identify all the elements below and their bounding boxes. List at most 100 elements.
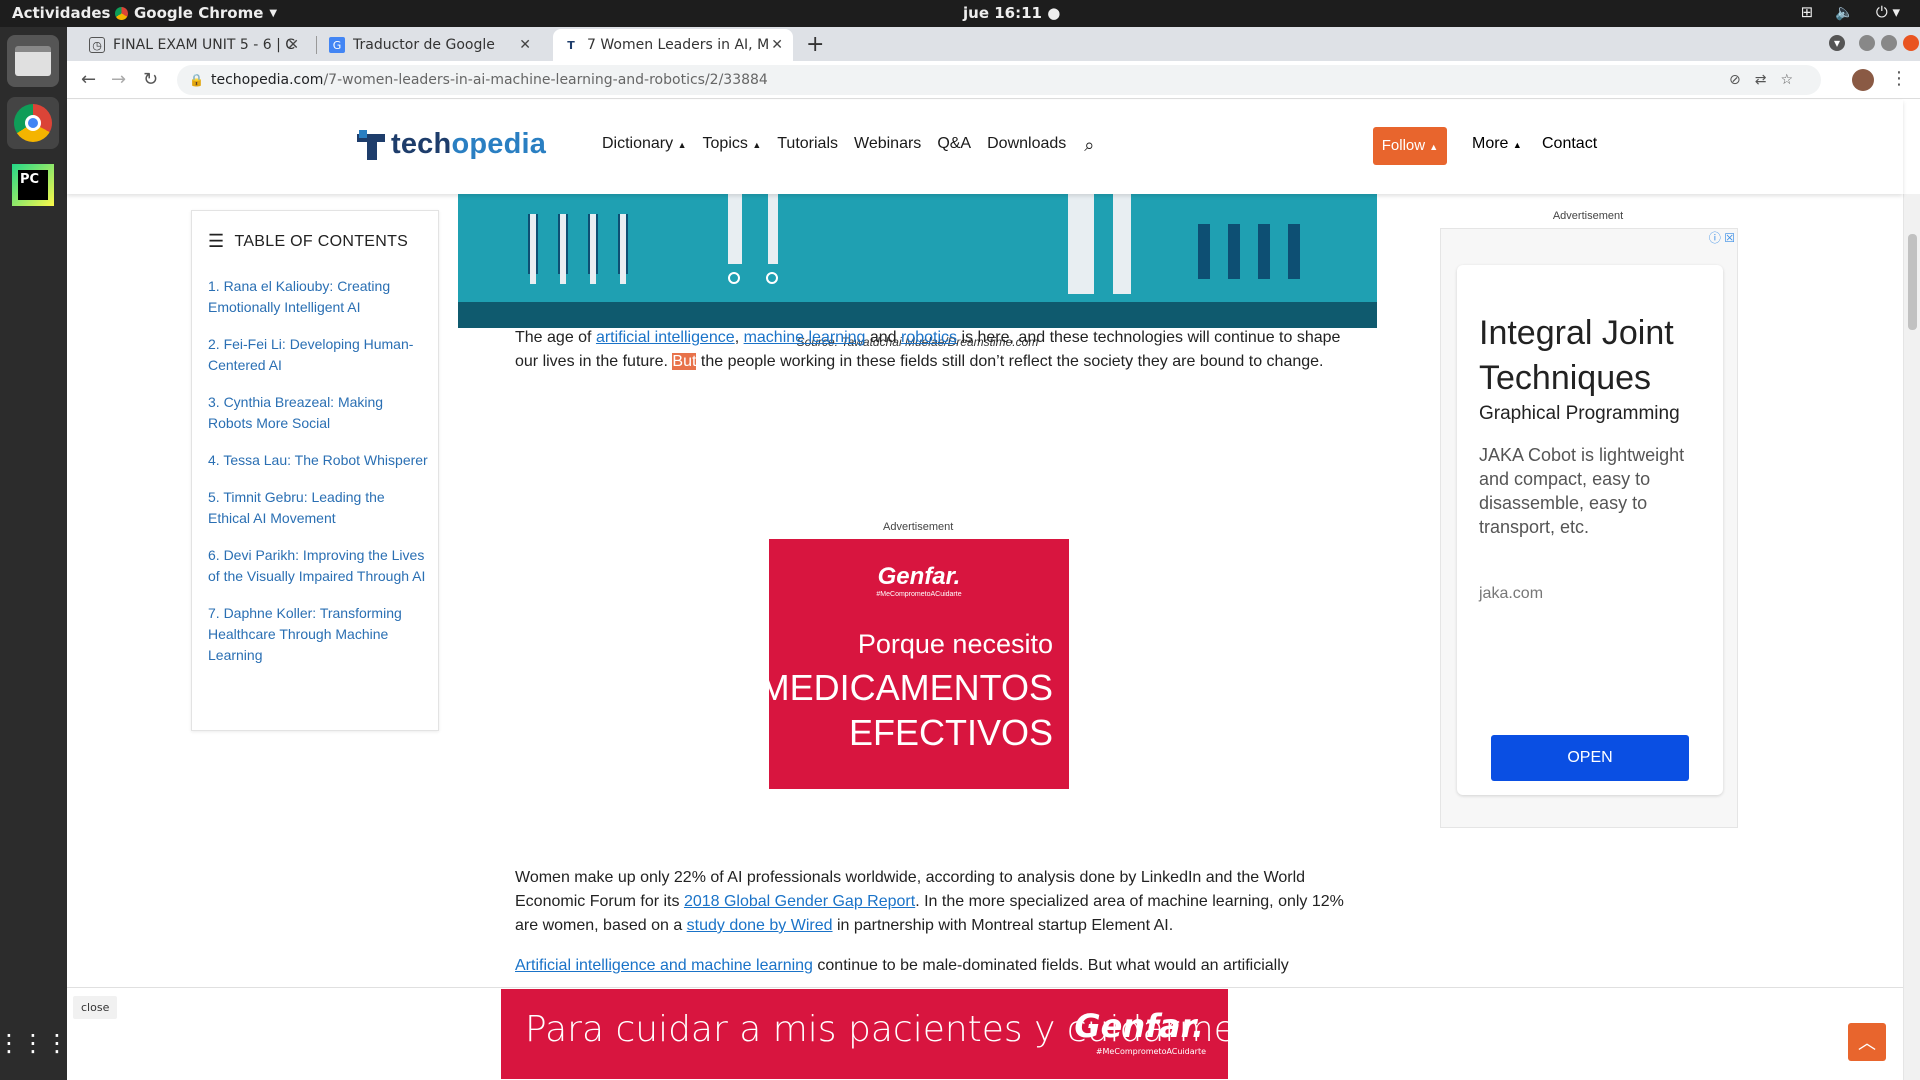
translate-icon[interactable]: ⇄ bbox=[1755, 72, 1781, 88]
moodle-favicon-icon: ◷ bbox=[89, 37, 105, 53]
caret-up-icon: ▲ bbox=[752, 140, 762, 150]
link-robotics[interactable]: robotics bbox=[901, 329, 957, 346]
activities-button[interactable]: Actividades bbox=[12, 4, 110, 22]
toc-item-6[interactable]: 6. Devi Parikh: Improving the Lives of t… bbox=[208, 545, 428, 587]
bottom-ad-brand: Genfar. bbox=[1074, 1007, 1204, 1045]
ad-open-button[interactable]: OPEN bbox=[1491, 735, 1689, 781]
genfar-brand: Genfar. bbox=[877, 563, 961, 590]
nav-dictionary[interactable]: Dictionary ▲ bbox=[602, 135, 687, 156]
maximize-icon[interactable] bbox=[1881, 35, 1897, 51]
nav-tutorials[interactable]: Tutorials bbox=[777, 135, 838, 156]
follow-button[interactable]: Follow ▲ bbox=[1373, 127, 1447, 165]
genfar-inline-ad[interactable]: Genfar. #MeComprometoACuidarte Porque ne… bbox=[760, 539, 1069, 789]
scrollbar-thumb[interactable] bbox=[1908, 234, 1917, 330]
toc-item-4[interactable]: 4. Tessa Lau: The Robot Whisperer bbox=[208, 450, 428, 471]
sticky-bottom-ad-bar: close Para cuidar a mis pacientes y cuid… bbox=[67, 987, 1903, 1080]
link-wired-study[interactable]: study done by Wired bbox=[687, 917, 833, 934]
nav-qa[interactable]: Q&A bbox=[937, 135, 971, 156]
show-apps-icon[interactable]: ⋮⋮⋮ bbox=[0, 1017, 69, 1069]
files-app-icon[interactable] bbox=[7, 35, 59, 87]
window-controls[interactable] bbox=[1859, 35, 1919, 51]
forward-icon[interactable]: → bbox=[111, 69, 126, 90]
close-tab-icon[interactable]: ✕ bbox=[287, 37, 299, 53]
logo-icon bbox=[357, 129, 385, 160]
text-span: and bbox=[865, 329, 902, 346]
volume-icon: 🔈 bbox=[1835, 3, 1854, 21]
nav-webinars[interactable]: Webinars bbox=[854, 135, 921, 156]
new-tab-button[interactable]: + bbox=[806, 32, 824, 57]
article-paragraph-1: The age of artificial intelligence, mach… bbox=[515, 326, 1345, 374]
tab-title: FINAL EXAM UNIT 5 - 6 | C bbox=[113, 37, 296, 53]
profile-avatar[interactable] bbox=[1852, 69, 1874, 91]
nav-label: Topics bbox=[702, 135, 748, 152]
toc-item-2[interactable]: 2. Fei-Fei Li: Developing Human-Centered… bbox=[208, 334, 428, 376]
ad-title: Integral Joint Techniques bbox=[1479, 314, 1674, 397]
toc-item-1[interactable]: 1. Rana el Kaliouby: Creating Emotionall… bbox=[208, 276, 428, 318]
nav-label: Dictionary bbox=[602, 135, 674, 152]
ad-subtitle: Graphical Programming bbox=[1479, 403, 1680, 424]
ad-choices-icon[interactable]: ⓘ ☒ bbox=[1709, 229, 1735, 246]
side-ad-label: Advertisement bbox=[1552, 210, 1624, 222]
close-tab-icon[interactable]: ✕ bbox=[519, 37, 531, 53]
more-menu[interactable]: More ▲ bbox=[1472, 135, 1522, 153]
app-menu[interactable]: Google Chrome ▼ bbox=[115, 4, 277, 22]
back-icon[interactable]: ← bbox=[81, 69, 96, 90]
table-of-contents: ☰ TABLE OF CONTENTS 1. Rana el Kaliouby:… bbox=[191, 210, 439, 731]
clock[interactable]: jue 16:11 ● bbox=[963, 4, 1060, 22]
more-label: More bbox=[1472, 135, 1509, 152]
main-nav: Dictionary ▲ Topics ▲ Tutorials Webinars… bbox=[602, 135, 1094, 156]
close-tab-icon[interactable]: ✕ bbox=[771, 37, 783, 53]
address-bar[interactable]: 🔒 techopedia.com/7-women-leaders-in-ai-m… bbox=[177, 65, 1821, 95]
link-gender-gap-report[interactable]: 2018 Global Gender Gap Report bbox=[684, 893, 915, 910]
reload-icon[interactable]: ↻ bbox=[143, 69, 158, 90]
contact-link[interactable]: Contact bbox=[1542, 135, 1597, 153]
site-logo[interactable]: tech opedia bbox=[357, 128, 546, 161]
tab-strip: ◷ FINAL EXAM UNIT 5 - 6 | C ✕ G Traducto… bbox=[67, 27, 1920, 61]
toc-item-3[interactable]: 3. Cynthia Breazeal: Making Robots More … bbox=[208, 392, 428, 434]
page-scrollbar[interactable] bbox=[1903, 194, 1920, 1080]
toc-item-5[interactable]: 5. Timnit Gebru: Leading the Ethical AI … bbox=[208, 487, 428, 529]
system-top-bar: Actividades Google Chrome ▼ jue 16:11 ● … bbox=[0, 0, 1920, 27]
nav-downloads[interactable]: Downloads bbox=[987, 135, 1066, 156]
tab-title: Traductor de Google bbox=[353, 37, 495, 53]
caret-up-icon: ▲ bbox=[1429, 142, 1439, 152]
search-icon[interactable]: ⌕ bbox=[1084, 135, 1094, 156]
highlighted-word: But bbox=[672, 353, 697, 370]
notifications-blocked-icon[interactable]: ⊘ bbox=[1729, 72, 1755, 88]
close-window-icon[interactable] bbox=[1903, 35, 1919, 51]
link-ai-and-ml[interactable]: Artificial intelligence and machine lear… bbox=[515, 957, 813, 974]
chrome-dock-icon[interactable] bbox=[7, 97, 59, 149]
tab-final-exam[interactable]: ◷ FINAL EXAM UNIT 5 - 6 | C ✕ bbox=[79, 29, 309, 61]
logo-text-part1: tech bbox=[391, 128, 452, 160]
minimize-icon[interactable] bbox=[1859, 35, 1875, 51]
genfar-bottom-ad[interactable]: Para cuidar a mis pacientes y cuidarme a… bbox=[501, 989, 1337, 1079]
tab-techopedia[interactable]: T 7 Women Leaders in AI, M ✕ bbox=[553, 29, 793, 61]
tab-google-translate[interactable]: G Traductor de Google ✕ bbox=[319, 29, 541, 61]
close-ad-button[interactable]: close bbox=[73, 996, 118, 1019]
ad-card[interactable]: Integral Joint Techniques Graphical Prog… bbox=[1457, 265, 1723, 795]
link-artificial-intelligence[interactable]: artificial intelligence bbox=[596, 329, 735, 346]
translate-favicon-icon: G bbox=[329, 37, 345, 53]
toc-item-7[interactable]: 7. Daphne Koller: Transforming Healthcar… bbox=[208, 603, 428, 666]
bookmark-star-icon[interactable]: ☆ bbox=[1780, 72, 1807, 88]
tab-search-icon[interactable]: ▾ bbox=[1829, 35, 1845, 51]
techopedia-favicon-icon: T bbox=[567, 38, 575, 52]
scroll-to-top-button[interactable]: ︿ bbox=[1848, 1023, 1886, 1061]
follow-label: Follow bbox=[1381, 137, 1426, 154]
logo-text-part2: opedia bbox=[451, 128, 547, 160]
system-tray[interactable]: ⊞ 🔈 ⏻ ▾ bbox=[1801, 3, 1900, 21]
text-span: in partnership with Montreal startup Ele… bbox=[832, 917, 1174, 934]
link-machine-learning[interactable]: machine learning bbox=[744, 329, 866, 346]
business-figures-illustration bbox=[458, 194, 1377, 328]
tab-separator bbox=[316, 36, 317, 54]
pycharm-app-icon[interactable]: PC bbox=[7, 159, 59, 211]
hero-illustration bbox=[458, 194, 1377, 328]
article-paragraph-2: Women make up only 22% of AI professiona… bbox=[515, 866, 1345, 938]
nav-topics[interactable]: Topics ▲ bbox=[703, 135, 762, 156]
chrome-menu-icon[interactable]: ⋮ bbox=[1890, 68, 1908, 89]
browser-toolbar: ← → ↻ 🔒 techopedia.com/7-women-leaders-i… bbox=[67, 61, 1920, 99]
network-icon: ⊞ bbox=[1800, 3, 1814, 21]
jaka-side-ad[interactable]: ⓘ ☒ Integral Joint Techniques Graphical … bbox=[1440, 228, 1738, 828]
chevron-down-icon: ▼ bbox=[269, 7, 278, 19]
omnibox-actions: ⊘⇄☆ bbox=[1729, 65, 1807, 95]
